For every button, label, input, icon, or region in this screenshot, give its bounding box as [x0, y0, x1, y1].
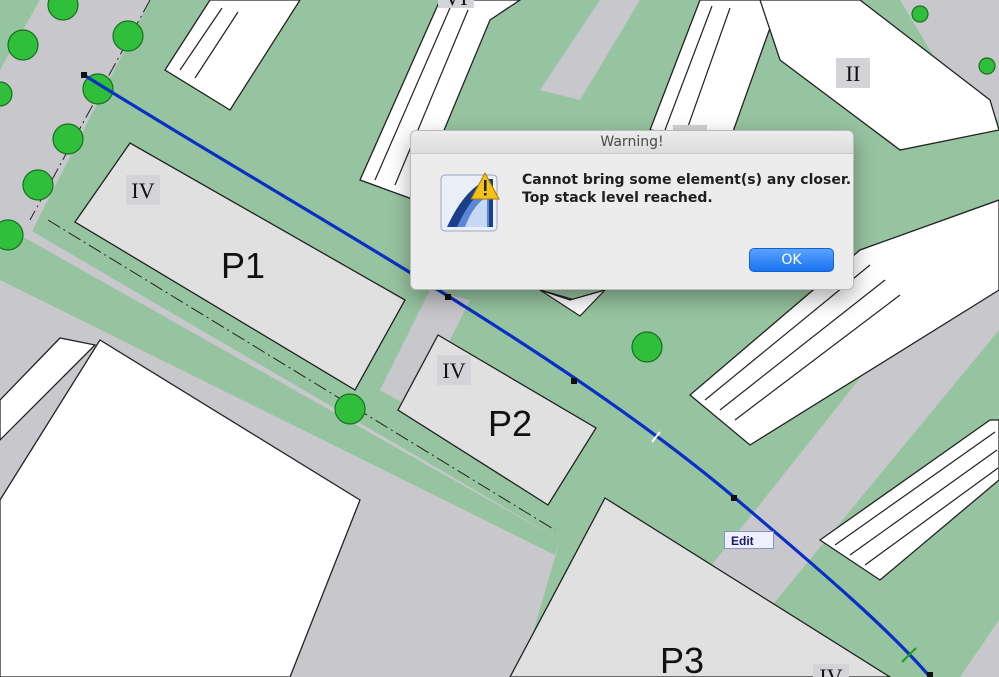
story-label-top: VI: [444, 0, 467, 10]
story-label-top-right: II: [846, 61, 861, 86]
story-label-p2: IV: [442, 358, 465, 383]
dialog-title: Warning!: [411, 131, 853, 154]
ok-button[interactable]: OK: [749, 248, 834, 272]
building-label-p1: P1: [221, 245, 265, 286]
building-label-p3: P3: [660, 640, 704, 677]
edit-tooltip: Edit: [724, 531, 774, 549]
archicad-warning-icon: [439, 171, 501, 233]
dialog-message: Cannot bring some element(s) any closer.…: [522, 171, 852, 207]
site-plan-drawing: IV IV II IV VI P1 P2 P3: [0, 0, 999, 677]
dialog-message-line1: Cannot bring some element(s) any closer.: [522, 172, 852, 188]
floor-plan-canvas[interactable]: IV IV II IV VI P1 P2 P3 Edit: [0, 0, 999, 677]
dialog-message-line2: Top stack level reached.: [522, 190, 713, 206]
story-label-p3: IV: [819, 664, 842, 677]
building-label-p2: P2: [488, 403, 532, 444]
warning-dialog: Warning! Cannot bring some element(s) an…: [410, 130, 854, 290]
story-label-p1: IV: [131, 178, 154, 203]
